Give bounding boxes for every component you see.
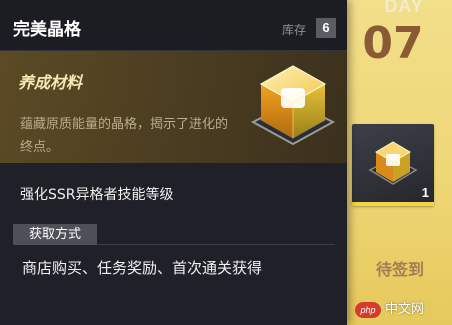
item-effect: 强化SSR异格者技能等级 [20,187,174,203]
section-divider [97,244,335,245]
reward-item-card[interactable]: 1 [352,124,434,206]
stock-label: 库存 [282,23,307,37]
tooltip-header: 完美晶格 库存 6 [0,0,347,51]
crystal-cube-icon [368,141,418,185]
watermark-logo: php [355,302,381,318]
stock-count-badge: 6 [316,18,336,38]
obtain-method-label: 获取方式 [13,224,97,245]
day-label: DAY [384,0,424,16]
reward-quantity: 1 [421,185,429,200]
day-number: 07 [362,18,424,69]
obtain-sources: 商店购买、任务奖励、首次通关获得 [22,259,263,277]
item-description: 蕴藏原质能量的晶格，揭示了进化的终点。 [20,117,229,155]
crystal-cube-icon [250,65,336,146]
item-title: 完美晶格 [13,20,81,40]
reward-card-rarity-bar [352,202,434,206]
watermark-text: 中文网 [385,302,425,317]
obtain-section-header: 获取方式 [13,224,335,245]
checkin-status: 待签到 [375,260,424,279]
item-category: 养成材料 [18,73,83,92]
item-feature-block: 养成材料 蕴藏原质能量的晶格，揭示了进化的终点。 [0,51,347,163]
site-watermark: php 中文网 [355,300,449,322]
item-tooltip-panel: 完美晶格 库存 6 养成材料 蕴藏原质能量的晶格，揭示了进化的终点。 强化SSR… [0,0,347,325]
